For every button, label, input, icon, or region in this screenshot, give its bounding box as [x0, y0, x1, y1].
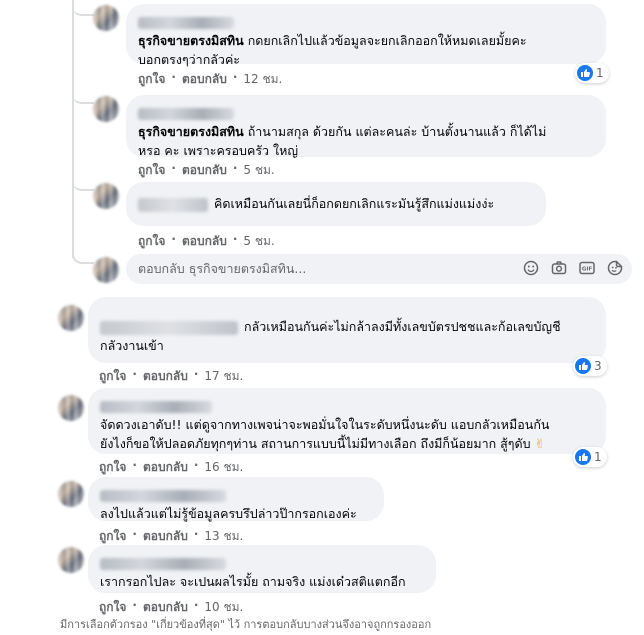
comment-actions: ถูกใจ · ตอบกลับ · 17 ชม.: [99, 367, 243, 386]
comment-text-line2: บอกตรงๆว่ากลัวค่ะ: [138, 52, 241, 67]
comment-actions: ถูกใจ · ตอบกลับ · 16 ชม.: [99, 458, 243, 477]
avatar[interactable]: [58, 481, 84, 507]
blurred-name: [100, 557, 226, 570]
reply-button[interactable]: ตอบกลับ: [182, 161, 227, 180]
comment-text: กดยกเลิกไปแล้วข้อมูลจะยกเลิกออกให้หมดเลย…: [247, 33, 527, 48]
separator: ·: [232, 161, 238, 175]
timestamp[interactable]: 13 ชม.: [204, 527, 243, 546]
filter-notice: มีการเลือกตัวกรอง "เกี่ยวข้องที่สุด" ไว้…: [60, 618, 432, 631]
reaction-count[interactable]: 3: [573, 356, 607, 376]
reply-button[interactable]: ตอบกลับ: [182, 70, 227, 89]
separator: ·: [193, 367, 199, 381]
comment-bubble: ธุรกิจขายตรงมิสทิน ถ้านามสกุล ด้วยกัน แต…: [126, 95, 606, 158]
thread-line: [72, 0, 74, 258]
like-button[interactable]: ถูกใจ: [138, 161, 165, 180]
avatar: [93, 257, 119, 283]
like-icon: [575, 358, 591, 374]
blurred-name: [100, 320, 238, 335]
like-button[interactable]: ถูกใจ: [138, 232, 165, 251]
reply-button[interactable]: ตอบกลับ: [143, 527, 188, 546]
comment-actions: ถูกใจ · ตอบกลับ · 12 ชม.: [138, 70, 282, 89]
blurred-name: [100, 489, 226, 502]
separator: ·: [132, 367, 137, 381]
timestamp[interactable]: 17 ชม.: [204, 367, 243, 386]
comment-bubble: จัดดวงเอาดับ!! แต่ดูจากทางเพจน่าจะพอมั่น…: [88, 388, 606, 454]
svg-text:GIF: GIF: [582, 267, 593, 273]
blurred-name: [138, 16, 234, 29]
separator: ·: [232, 232, 238, 246]
avatar[interactable]: [58, 547, 84, 573]
comment-text: จัดดวงเอาดับ!! แต่ดูจากทางเพจน่าจะพอมั่น…: [100, 417, 550, 432]
avatar[interactable]: [58, 305, 84, 331]
avatar[interactable]: [93, 183, 119, 209]
thread-connector: [72, 248, 94, 264]
blurred-name: [100, 400, 212, 413]
avatar[interactable]: [93, 96, 119, 122]
comment-bubble: กลัวเหมือนกันค่ะไม่กล้าลงมีทั้งเลขบัตรปช…: [88, 297, 606, 363]
like-icon: [577, 65, 593, 81]
like-button[interactable]: ถูกใจ: [99, 527, 126, 546]
reaction-number: 3: [594, 359, 602, 373]
avatar[interactable]: [93, 5, 119, 31]
comment-text: ลงไปแล้วแต่ไม่รู้ข้อมูลครบรึปล่าวป๊ากรอก…: [100, 506, 357, 521]
gif-icon[interactable]: GIF: [578, 259, 596, 277]
comment-text: ถ้านามสกุล ด้วยกัน แต่ละคนล่ะ บ้านตั้งนา…: [247, 124, 547, 139]
separator: ·: [171, 161, 176, 175]
emoji-icon[interactable]: [522, 259, 540, 277]
reaction-number: 1: [596, 66, 604, 80]
comment-actions: ถูกใจ · ตอบกลับ · 5 ชม.: [138, 161, 275, 180]
reply-button[interactable]: ตอบกลับ: [143, 458, 188, 477]
like-button[interactable]: ถูกใจ: [99, 458, 126, 477]
thread-connector: [72, 0, 94, 16]
camera-icon[interactable]: [550, 259, 568, 277]
separator: ·: [171, 232, 176, 246]
like-icon: [575, 449, 591, 465]
avatar[interactable]: [58, 395, 84, 421]
comment-bubble: เรากรอกไปละ จะเปนผลไรมั้ย ถามจริง แม่งเด…: [88, 545, 436, 593]
separator: ·: [171, 70, 176, 84]
timestamp[interactable]: 12 ชม.: [243, 70, 282, 89]
timestamp[interactable]: 16 ชม.: [204, 458, 243, 477]
reply-button[interactable]: ตอบกลับ: [182, 232, 227, 251]
comment-actions: ถูกใจ · ตอบกลับ · 13 ชม.: [99, 527, 243, 546]
comment-text-line2: ยังไงก็ขอให้ปลอดภัยทุกๆท่าน สถานการแบบนี…: [100, 436, 531, 451]
like-button[interactable]: ถูกใจ: [99, 367, 126, 386]
thread-connector: [72, 88, 94, 104]
reaction-count[interactable]: 1: [575, 63, 609, 83]
separator: ·: [132, 458, 137, 472]
comment-bubble: ลงไปแล้วแต่ไม่รู้ข้อมูลครบรึปล่าวป๊ากรอก…: [88, 477, 384, 521]
separator: ·: [193, 527, 199, 541]
sticker-icon[interactable]: [606, 259, 624, 277]
timestamp[interactable]: 5 ชม.: [243, 232, 274, 251]
comment-author[interactable]: ธุรกิจขายตรงมิสทิน: [138, 124, 244, 139]
blurred-name: [138, 197, 208, 212]
comment-bubble: คิดเหมือนกันเลยนี่ก็อกดยกเลิกแระมันรู้สึ…: [126, 182, 546, 226]
like-button[interactable]: ถูกใจ: [138, 70, 165, 89]
comment-bubble: ธุรกิจขายตรงมิสทิน กดยกเลิกไปแล้วข้อมูลจ…: [126, 4, 606, 67]
comment-text-line2: หรอ คะ เพราะครอบครัว ใหญ่: [138, 143, 299, 158]
separator: ·: [232, 70, 238, 84]
reply-tools: GIF: [522, 259, 624, 277]
reply-placeholder: ตอบกลับ ธุรกิจขายตรงมิสทิน...: [138, 261, 307, 276]
timestamp[interactable]: 5 ชม.: [243, 161, 274, 180]
blurred-name: [138, 107, 234, 120]
separator: ·: [132, 527, 137, 541]
comment-text: กลัวเหมือนกันค่ะไม่กล้าลงมีทั้งเลขบัตรปช…: [244, 319, 561, 334]
separator: ·: [193, 458, 199, 472]
reply-input[interactable]: ตอบกลับ ธุรกิจขายตรงมิสทิน... GIF: [126, 254, 632, 284]
comment-actions: ถูกใจ · ตอบกลับ · 5 ชม.: [138, 232, 275, 251]
reply-button[interactable]: ตอบกลับ: [143, 367, 188, 386]
comment-text-line2: กลัวงานเข้า: [100, 338, 164, 353]
reaction-count[interactable]: 1: [573, 447, 607, 467]
comment-text: คิดเหมือนกันเลยนี่ก็อกดยกเลิกแระมันรู้สึ…: [214, 196, 495, 211]
victory-emoji: ✌: [534, 436, 546, 451]
reaction-number: 1: [594, 450, 602, 464]
comment-text: เรากรอกไปละ จะเปนผลไรมั้ย ถามจริง แม่งเด…: [100, 574, 406, 589]
comment-author[interactable]: ธุรกิจขายตรงมิสทิน: [138, 33, 244, 48]
thread-connector: [72, 175, 94, 191]
